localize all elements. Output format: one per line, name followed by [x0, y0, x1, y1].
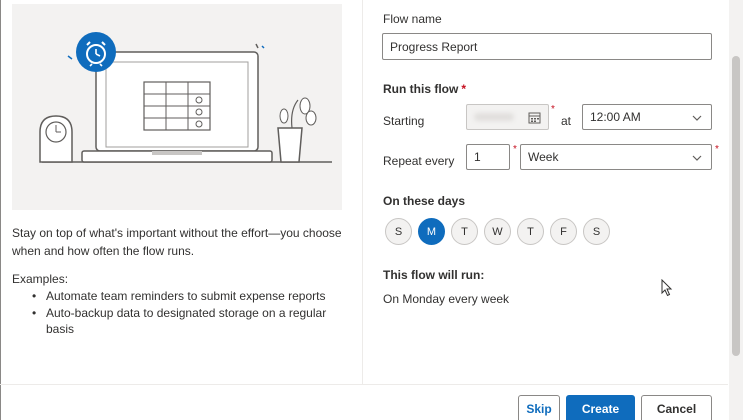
- repeat-interval-value: 1: [474, 150, 481, 164]
- day-monday[interactable]: M: [418, 218, 445, 245]
- example-item: Automate team reminders to submit expens…: [30, 288, 350, 304]
- flow-name-label: Flow name: [383, 12, 442, 26]
- start-required-mark: *: [551, 104, 555, 115]
- panel-divider: [362, 0, 363, 385]
- required-mark: *: [461, 82, 466, 96]
- run-label-text: Run this flow: [383, 82, 459, 96]
- intro-description: Stay on top of what's important without …: [12, 226, 342, 258]
- repeat-interval-input[interactable]: 1: [466, 144, 510, 170]
- examples-list: Automate team reminders to submit expens…: [30, 288, 350, 338]
- repeat-label: Repeat every: [383, 154, 455, 168]
- flow-name-value: Progress Report: [390, 39, 478, 54]
- day-thursday[interactable]: T: [517, 218, 544, 245]
- scrollbar-thumb[interactable]: [732, 56, 740, 356]
- footer-divider: [0, 384, 728, 385]
- flow-name-input[interactable]: Progress Report: [382, 33, 712, 60]
- example-item: Auto-backup data to designated storage o…: [30, 305, 350, 337]
- scrollbar[interactable]: [729, 0, 743, 420]
- window-frame: [0, 0, 1, 420]
- repeat-unit-value: Week: [528, 150, 559, 164]
- will-run-summary: On Monday every week: [383, 292, 510, 306]
- chevron-down-icon: [692, 155, 702, 161]
- calendar-icon[interactable]: [528, 111, 541, 127]
- skip-button[interactable]: Skip: [518, 395, 560, 420]
- mouse-cursor-icon: [661, 279, 673, 297]
- day-saturday[interactable]: S: [583, 218, 610, 245]
- examples-title: Examples:: [12, 272, 69, 286]
- blurred-date: [474, 113, 514, 121]
- day-sunday[interactable]: S: [385, 218, 412, 245]
- day-friday[interactable]: F: [550, 218, 577, 245]
- at-label: at: [561, 114, 572, 128]
- time-value: 12:00 AM: [590, 110, 641, 124]
- cancel-button[interactable]: Cancel: [641, 395, 712, 420]
- laptop-illustration: [39, 32, 332, 163]
- day-tuesday[interactable]: T: [451, 218, 478, 245]
- unit-required-mark: *: [715, 144, 719, 155]
- day-wednesday[interactable]: W: [484, 218, 511, 245]
- create-button[interactable]: Create: [566, 395, 635, 420]
- starting-label: Starting: [383, 114, 425, 128]
- will-run-label: This flow will run:: [383, 268, 485, 282]
- days-label: On these days: [383, 194, 466, 208]
- start-date-picker[interactable]: [466, 104, 549, 130]
- time-dropdown[interactable]: 12:00 AM: [582, 104, 712, 130]
- schedule-illustration: [12, 4, 342, 210]
- weekday-selector: S M T W T F S: [385, 218, 610, 245]
- run-section-label: Run this flow *: [383, 82, 466, 96]
- chevron-down-icon: [692, 115, 702, 121]
- repeat-unit-dropdown[interactable]: Week: [520, 144, 712, 170]
- interval-required-mark: *: [513, 144, 517, 155]
